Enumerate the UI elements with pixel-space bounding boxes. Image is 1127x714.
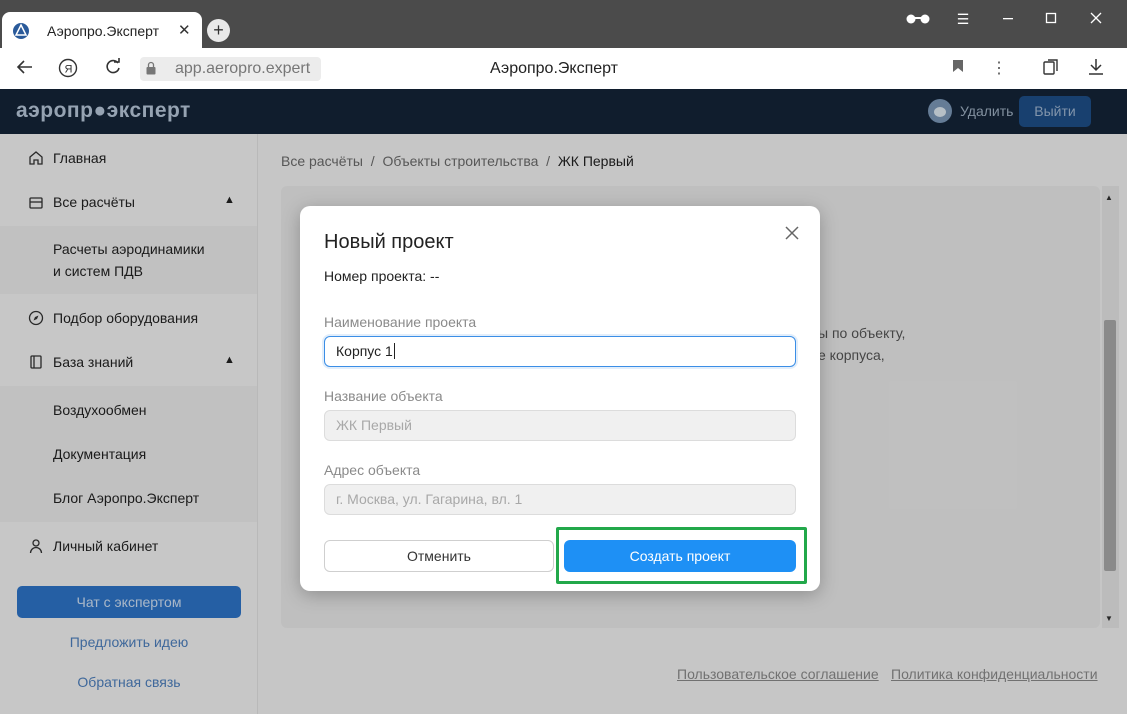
browser-tab-bar: Аэропро.Эксперт ✕ + ☰	[0, 0, 1127, 48]
menu-icon[interactable]: ☰	[948, 8, 978, 30]
project-number: Номер проекта: --	[324, 268, 440, 284]
browser-page-title: Аэропро.Эксперт	[490, 60, 619, 77]
download-icon[interactable]	[1085, 58, 1107, 80]
close-window-icon[interactable]	[1081, 8, 1111, 30]
object-name-field[interactable]: ЖК Первый	[324, 410, 796, 441]
bookmark-icon[interactable]	[947, 58, 969, 80]
highlight-box	[556, 527, 807, 584]
minimize-icon[interactable]	[993, 8, 1023, 30]
svg-text:Я: Я	[65, 64, 73, 76]
aeropro-favicon-icon	[13, 23, 29, 39]
object-address-label: Адрес объекта	[324, 462, 421, 478]
more-vertical-icon[interactable]: ⋮	[988, 58, 1010, 80]
modal-title: Новый проект	[324, 231, 454, 253]
project-name-value: Корпус 1	[336, 343, 393, 359]
object-address-field[interactable]: г. Москва, ул. Гагарина, вл. 1	[324, 484, 796, 515]
object-name-label: Название объекта	[324, 388, 443, 404]
project-name-label: Наименование проекта	[324, 314, 477, 330]
collections-icon[interactable]	[1040, 58, 1062, 80]
cancel-button[interactable]: Отменить	[324, 540, 554, 572]
url-field[interactable]: app.aeropro.expert	[140, 57, 321, 81]
incognito-glasses-icon[interactable]	[903, 8, 933, 30]
yandex-icon[interactable]: Я	[57, 58, 79, 80]
close-icon[interactable]	[782, 224, 802, 244]
browser-tab[interactable]: Аэропро.Эксперт ✕	[2, 12, 202, 48]
url-text: app.aeropro.expert	[175, 60, 311, 77]
maximize-icon[interactable]	[1036, 8, 1066, 30]
new-tab-button[interactable]: +	[207, 19, 230, 42]
tab-title: Аэропро.Эксперт	[47, 23, 160, 39]
project-name-input[interactable]: Корпус 1	[324, 336, 796, 367]
text-caret	[393, 343, 395, 359]
reload-icon[interactable]	[102, 58, 124, 80]
tab-close-icon[interactable]: ✕	[178, 21, 191, 39]
back-arrow-icon[interactable]	[14, 58, 36, 80]
lock-icon	[146, 61, 156, 75]
